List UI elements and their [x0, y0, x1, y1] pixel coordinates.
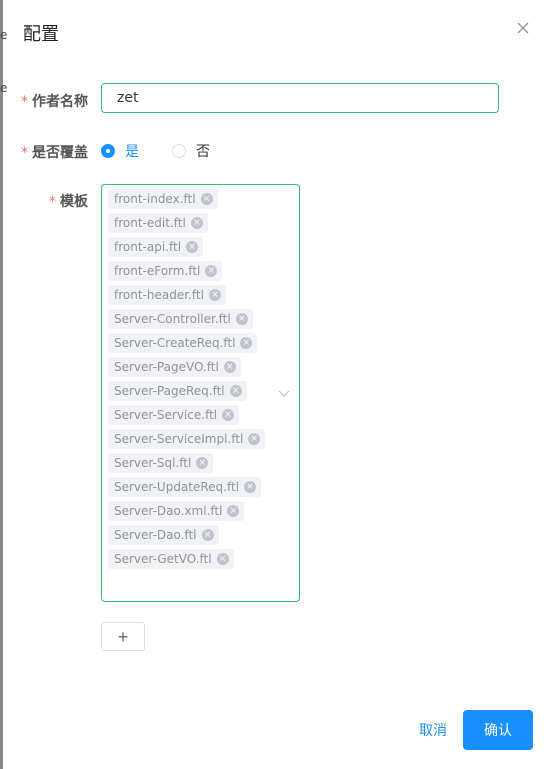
template-tag: Server-Controller.ftl × — [108, 309, 253, 329]
template-label: * 模板 — [49, 194, 88, 210]
template-tag: Server-Sql.ftl × — [108, 453, 214, 473]
radio-checked-icon — [101, 144, 115, 158]
background-glyph: e — [0, 28, 8, 42]
tag-close-icon[interactable]: × — [208, 289, 221, 301]
radio-label: 否 — [196, 144, 210, 160]
template-tag-label: Server-PageReq.ftl — [114, 384, 225, 398]
radio-unchecked-icon — [172, 144, 186, 158]
confirm-button[interactable]: 确认 — [463, 710, 533, 750]
tag-close-icon[interactable]: × — [222, 409, 235, 421]
template-tag-label: Server-CreateReq.ftl — [114, 336, 236, 350]
tag-close-icon[interactable]: × — [190, 217, 203, 229]
overwrite-radio-yes[interactable]: 是 — [101, 142, 139, 160]
template-tag-label: Server-Controller.ftl — [114, 312, 231, 326]
template-tag: front-index.ftl × — [108, 189, 218, 209]
template-tag-label: Server-GetVO.ftl — [114, 552, 212, 566]
background-edge — [0, 0, 3, 769]
overwrite-label: * 是否覆盖 — [21, 145, 88, 161]
overwrite-radio-no[interactable]: 否 — [172, 142, 210, 160]
background-glyph: e — [0, 81, 8, 95]
tag-close-icon[interactable]: × — [227, 505, 240, 517]
dialog-title: 配置 — [23, 24, 59, 45]
template-tag-label: Server-Dao.ftl — [114, 528, 197, 542]
tag-close-icon[interactable]: × — [216, 553, 229, 565]
template-tag-label: front-eForm.ftl — [114, 264, 201, 278]
template-tag-label: Server-Dao.xml.ftl — [114, 504, 223, 518]
template-multiselect[interactable]: front-index.ftl × front-edit.ftl × front-api… — [101, 184, 300, 602]
template-tag-label: Server-UpdateReq.ftl — [114, 480, 240, 494]
template-tag-label: Server-Service.ftl — [114, 408, 218, 422]
tag-close-icon[interactable]: × — [235, 313, 248, 325]
template-tag-label: Server-Sql.ftl — [114, 456, 192, 470]
tag-close-icon[interactable]: × — [196, 457, 209, 469]
template-tag: front-api.ftl × — [108, 237, 204, 257]
template-tag: Server-Dao.xml.ftl × — [108, 501, 245, 521]
tag-close-icon[interactable]: × — [240, 337, 253, 349]
tag-close-icon[interactable]: × — [244, 481, 257, 493]
template-tag: Server-Dao.ftl × — [108, 525, 219, 545]
tag-close-icon[interactable]: × — [229, 385, 242, 397]
template-tag-label: Server-ServiceImpl.ftl — [114, 432, 244, 446]
tag-close-icon[interactable]: × — [201, 529, 214, 541]
radio-label: 是 — [125, 144, 139, 160]
close-icon[interactable] — [513, 18, 533, 38]
template-tag-label: front-index.ftl — [114, 192, 196, 206]
cancel-button[interactable]: 取消 — [413, 719, 453, 741]
template-tag: Server-ServiceImpl.ftl × — [108, 429, 266, 449]
template-tag-label: front-header.ftl — [114, 288, 204, 302]
template-tag: Server-UpdateReq.ftl × — [108, 477, 262, 497]
tag-close-icon[interactable]: × — [248, 433, 261, 445]
template-tag: Server-PageVO.ftl × — [108, 357, 241, 377]
author-input[interactable] — [101, 83, 499, 113]
template-tag: Server-Service.ftl × — [108, 405, 240, 425]
template-tag: Server-PageReq.ftl × — [108, 381, 247, 401]
chevron-down-icon[interactable] — [278, 387, 290, 399]
template-tag: Server-GetVO.ftl × — [108, 549, 234, 569]
tag-close-icon[interactable]: × — [205, 265, 218, 277]
template-tag: Server-CreateReq.ftl × — [108, 333, 258, 353]
template-tag: front-edit.ftl × — [108, 213, 208, 233]
add-button[interactable]: + — [101, 622, 145, 651]
template-tag: front-eForm.ftl × — [108, 261, 223, 281]
template-tag: front-header.ftl × — [108, 285, 226, 305]
template-tag-list: front-index.ftl × front-edit.ftl × front-api… — [108, 189, 266, 573]
tag-close-icon[interactable]: × — [200, 193, 213, 205]
template-tag-label: front-api.ftl — [114, 240, 182, 254]
tag-close-icon[interactable]: × — [186, 241, 199, 253]
tag-close-icon[interactable]: × — [223, 361, 236, 373]
template-tag-label: front-edit.ftl — [114, 216, 186, 230]
template-tag-label: Server-PageVO.ftl — [114, 360, 219, 374]
author-label: * 作者名称 — [21, 94, 88, 110]
